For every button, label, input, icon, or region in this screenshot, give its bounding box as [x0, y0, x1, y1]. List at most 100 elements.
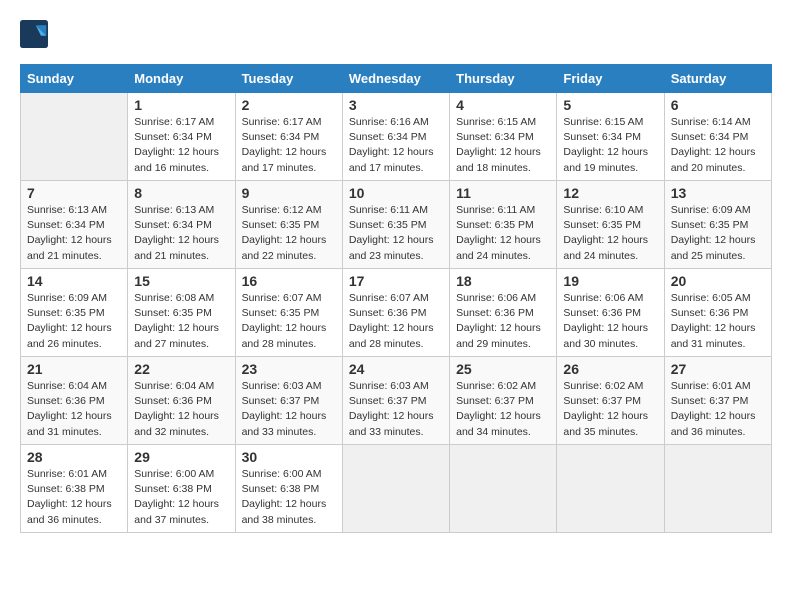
calendar-cell: 28 Sunrise: 6:01 AMSunset: 6:38 PMDayligh…: [21, 445, 128, 533]
day-detail: Sunrise: 6:06 AMSunset: 6:36 PMDaylight:…: [563, 291, 657, 352]
day-number: 9: [242, 185, 336, 201]
day-number: 1: [134, 97, 228, 113]
day-detail: Sunrise: 6:00 AMSunset: 6:38 PMDaylight:…: [242, 467, 336, 528]
calendar-cell: 21 Sunrise: 6:04 AMSunset: 6:36 PMDayligh…: [21, 357, 128, 445]
page-header: [20, 20, 772, 48]
calendar-cell: 12 Sunrise: 6:10 AMSunset: 6:35 PMDayligh…: [557, 181, 664, 269]
day-number: 23: [242, 361, 336, 377]
logo-icon: [20, 20, 48, 48]
day-detail: Sunrise: 6:11 AMSunset: 6:35 PMDaylight:…: [349, 203, 443, 264]
logo: [20, 20, 52, 48]
day-number: 16: [242, 273, 336, 289]
calendar-cell: 3 Sunrise: 6:16 AMSunset: 6:34 PMDaylight…: [342, 93, 449, 181]
calendar-cell: 7Sunrise: 6:13 AMSunset: 6:34 PMDaylight…: [21, 181, 128, 269]
day-number: 21: [27, 361, 121, 377]
week-row-4: 21 Sunrise: 6:04 AMSunset: 6:36 PMDayligh…: [21, 357, 772, 445]
day-detail: Sunrise: 6:04 AMSunset: 6:36 PMDaylight:…: [27, 379, 121, 440]
day-number: 14: [27, 273, 121, 289]
day-number: 13: [671, 185, 765, 201]
day-number: 20: [671, 273, 765, 289]
day-detail: Sunrise: 6:00 AMSunset: 6:38 PMDaylight:…: [134, 467, 228, 528]
calendar-cell: [557, 445, 664, 533]
day-detail: Sunrise: 6:03 AMSunset: 6:37 PMDaylight:…: [349, 379, 443, 440]
weekday-header-row: SundayMondayTuesdayWednesdayThursdayFrid…: [21, 65, 772, 93]
day-detail: Sunrise: 6:15 AMSunset: 6:34 PMDaylight:…: [563, 115, 657, 176]
week-row-2: 7Sunrise: 6:13 AMSunset: 6:34 PMDaylight…: [21, 181, 772, 269]
day-number: 22: [134, 361, 228, 377]
weekday-header-tuesday: Tuesday: [235, 65, 342, 93]
day-detail: Sunrise: 6:06 AMSunset: 6:36 PMDaylight:…: [456, 291, 550, 352]
day-number: 11: [456, 185, 550, 201]
day-detail: Sunrise: 6:07 AMSunset: 6:35 PMDaylight:…: [242, 291, 336, 352]
day-number: 29: [134, 449, 228, 465]
week-row-1: 1 Sunrise: 6:17 AMSunset: 6:34 PMDaylight…: [21, 93, 772, 181]
calendar-cell: 15 Sunrise: 6:08 AMSunset: 6:35 PMDayligh…: [128, 269, 235, 357]
calendar-cell: 16 Sunrise: 6:07 AMSunset: 6:35 PMDayligh…: [235, 269, 342, 357]
calendar-cell: 30Sunrise: 6:00 AMSunset: 6:38 PMDayligh…: [235, 445, 342, 533]
weekday-header-friday: Friday: [557, 65, 664, 93]
weekday-header-thursday: Thursday: [450, 65, 557, 93]
day-number: 26: [563, 361, 657, 377]
day-number: 5: [563, 97, 657, 113]
calendar-cell: 14 Sunrise: 6:09 AMSunset: 6:35 PMDayligh…: [21, 269, 128, 357]
day-detail: Sunrise: 6:12 AMSunset: 6:35 PMDaylight:…: [242, 203, 336, 264]
calendar-cell: 29 Sunrise: 6:00 AMSunset: 6:38 PMDayligh…: [128, 445, 235, 533]
day-detail: Sunrise: 6:13 AMSunset: 6:34 PMDaylight:…: [134, 203, 228, 264]
calendar-cell: [450, 445, 557, 533]
day-detail: Sunrise: 6:02 AMSunset: 6:37 PMDaylight:…: [456, 379, 550, 440]
day-number: 10: [349, 185, 443, 201]
day-number: 24: [349, 361, 443, 377]
day-detail: Sunrise: 6:02 AMSunset: 6:37 PMDaylight:…: [563, 379, 657, 440]
calendar-cell: [342, 445, 449, 533]
calendar-cell: 4 Sunrise: 6:15 AMSunset: 6:34 PMDaylight…: [450, 93, 557, 181]
calendar-cell: 13 Sunrise: 6:09 AMSunset: 6:35 PMDayligh…: [664, 181, 771, 269]
day-detail: Sunrise: 6:09 AMSunset: 6:35 PMDaylight:…: [671, 203, 765, 264]
day-detail: Sunrise: 6:14 AMSunset: 6:34 PMDaylight:…: [671, 115, 765, 176]
calendar-cell: 18 Sunrise: 6:06 AMSunset: 6:36 PMDayligh…: [450, 269, 557, 357]
day-number: 19: [563, 273, 657, 289]
day-number: 8: [134, 185, 228, 201]
day-detail: Sunrise: 6:03 AMSunset: 6:37 PMDaylight:…: [242, 379, 336, 440]
calendar-cell: 23 Sunrise: 6:03 AMSunset: 6:37 PMDayligh…: [235, 357, 342, 445]
calendar-cell: [21, 93, 128, 181]
day-number: 28: [27, 449, 121, 465]
day-detail: Sunrise: 6:04 AMSunset: 6:36 PMDaylight:…: [134, 379, 228, 440]
day-detail: Sunrise: 6:07 AMSunset: 6:36 PMDaylight:…: [349, 291, 443, 352]
day-detail: Sunrise: 6:10 AMSunset: 6:35 PMDaylight:…: [563, 203, 657, 264]
day-detail: Sunrise: 6:01 AMSunset: 6:38 PMDaylight:…: [27, 467, 121, 528]
calendar-cell: 24 Sunrise: 6:03 AMSunset: 6:37 PMDayligh…: [342, 357, 449, 445]
day-detail: Sunrise: 6:05 AMSunset: 6:36 PMDaylight:…: [671, 291, 765, 352]
calendar-cell: 10 Sunrise: 6:11 AMSunset: 6:35 PMDayligh…: [342, 181, 449, 269]
day-number: 12: [563, 185, 657, 201]
calendar-cell: 17 Sunrise: 6:07 AMSunset: 6:36 PMDayligh…: [342, 269, 449, 357]
day-number: 2: [242, 97, 336, 113]
day-detail: Sunrise: 6:08 AMSunset: 6:35 PMDaylight:…: [134, 291, 228, 352]
day-number: 4: [456, 97, 550, 113]
week-row-3: 14 Sunrise: 6:09 AMSunset: 6:35 PMDayligh…: [21, 269, 772, 357]
calendar-cell: 27 Sunrise: 6:01 AMSunset: 6:37 PMDayligh…: [664, 357, 771, 445]
day-detail: Sunrise: 6:09 AMSunset: 6:35 PMDaylight:…: [27, 291, 121, 352]
calendar-cell: 1 Sunrise: 6:17 AMSunset: 6:34 PMDaylight…: [128, 93, 235, 181]
day-detail: Sunrise: 6:15 AMSunset: 6:34 PMDaylight:…: [456, 115, 550, 176]
day-detail: Sunrise: 6:17 AMSunset: 6:34 PMDaylight:…: [242, 115, 336, 176]
day-number: 18: [456, 273, 550, 289]
day-detail: Sunrise: 6:01 AMSunset: 6:37 PMDaylight:…: [671, 379, 765, 440]
calendar-cell: 19 Sunrise: 6:06 AMSunset: 6:36 PMDayligh…: [557, 269, 664, 357]
weekday-header-sunday: Sunday: [21, 65, 128, 93]
day-number: 15: [134, 273, 228, 289]
day-number: 27: [671, 361, 765, 377]
day-number: 25: [456, 361, 550, 377]
day-detail: Sunrise: 6:16 AMSunset: 6:34 PMDaylight:…: [349, 115, 443, 176]
calendar-cell: 25 Sunrise: 6:02 AMSunset: 6:37 PMDayligh…: [450, 357, 557, 445]
day-number: 6: [671, 97, 765, 113]
day-number: 17: [349, 273, 443, 289]
calendar-cell: 26 Sunrise: 6:02 AMSunset: 6:37 PMDayligh…: [557, 357, 664, 445]
weekday-header-wednesday: Wednesday: [342, 65, 449, 93]
day-number: 3: [349, 97, 443, 113]
weekday-header-saturday: Saturday: [664, 65, 771, 93]
week-row-5: 28 Sunrise: 6:01 AMSunset: 6:38 PMDayligh…: [21, 445, 772, 533]
calendar-cell: 5 Sunrise: 6:15 AMSunset: 6:34 PMDaylight…: [557, 93, 664, 181]
calendar-cell: 2 Sunrise: 6:17 AMSunset: 6:34 PMDaylight…: [235, 93, 342, 181]
day-detail: Sunrise: 6:17 AMSunset: 6:34 PMDaylight:…: [134, 115, 228, 176]
day-detail: Sunrise: 6:11 AMSunset: 6:35 PMDaylight:…: [456, 203, 550, 264]
